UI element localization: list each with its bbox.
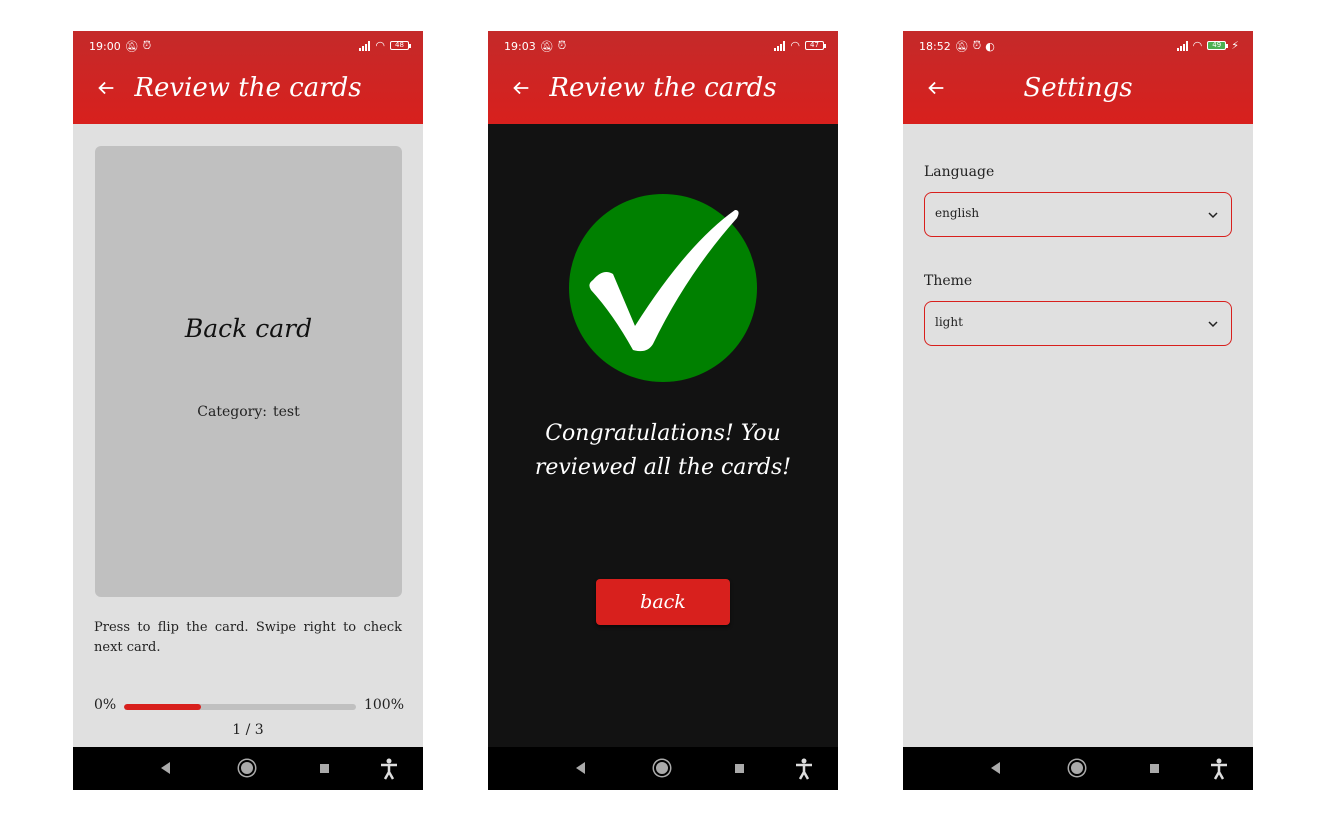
nav-recents-icon[interactable] <box>1150 764 1159 773</box>
data-saver-icon: ◐ <box>985 39 995 53</box>
nav-recents-icon[interactable] <box>735 764 744 773</box>
signal-icon <box>774 40 786 51</box>
back-button[interactable]: back <box>596 579 730 625</box>
review-content: Back card Category: test Press to flip th… <box>73 124 423 747</box>
app-header: 18:52 🔕︎ ⏰︎ ◐ ◠ 49 ⚡︎ Settings <box>903 31 1253 124</box>
completion-screen: 19:03 🔕︎ ⏰︎ ◠ 47 Review the cards Congra… <box>488 31 838 790</box>
review-screen: 19:00 🔕︎ ⏰︎ ◠ 48 Review the cards Back c… <box>73 31 423 790</box>
charging-icon: ⚡︎ <box>1231 39 1239 52</box>
nav-back-icon[interactable] <box>991 762 1000 774</box>
wifi-icon: ◠ <box>375 39 385 52</box>
page-title: Settings <box>1023 73 1133 103</box>
mute-icon: 🔕︎ <box>539 39 554 53</box>
status-time: 19:00 <box>89 39 121 53</box>
card-counter: 1 / 3 <box>232 722 264 738</box>
category-label: Category: <box>197 404 267 420</box>
mute-icon: 🔕︎ <box>954 39 969 53</box>
alarm-icon: ⏰︎ <box>972 39 982 52</box>
alarm-icon: ⏰︎ <box>142 39 152 52</box>
settings-content: Language english Theme light <box>903 124 1253 747</box>
card-title: Back card <box>184 314 313 343</box>
category-value: test <box>272 404 300 420</box>
language-value: english <box>935 206 980 220</box>
card-category: Category: test <box>95 404 402 420</box>
status-time: 18:52 <box>919 39 951 53</box>
nav-home-icon[interactable] <box>654 760 670 776</box>
language-select[interactable]: english <box>924 192 1232 237</box>
progress-bar <box>124 704 356 710</box>
accessibility-icon[interactable] <box>1210 758 1228 780</box>
mute-icon: 🔕︎ <box>124 39 139 53</box>
progress-max-label: 100% <box>363 697 404 713</box>
system-nav-bar <box>903 747 1253 790</box>
instruction-text: Press to flip the card. Swipe right to c… <box>94 620 402 655</box>
wifi-icon: ◠ <box>1192 39 1203 52</box>
status-bar: 19:03 🔕︎ ⏰︎ ◠ 47 <box>488 31 838 59</box>
app-header: 19:00 🔕︎ ⏰︎ ◠ 48 Review the cards <box>73 31 423 124</box>
progress-row: 0% 100% <box>94 696 404 716</box>
theme-select[interactable]: light <box>924 301 1232 346</box>
page-title: Review the cards <box>134 73 362 103</box>
language-label: Language <box>924 164 995 180</box>
theme-value: light <box>935 315 963 329</box>
status-bar: 19:00 🔕︎ ⏰︎ ◠ 48 <box>73 31 423 59</box>
nav-recents-icon[interactable] <box>320 764 329 773</box>
nav-back-icon[interactable] <box>576 762 585 774</box>
nav-home-icon[interactable] <box>1069 760 1085 776</box>
system-nav-bar <box>488 747 838 790</box>
system-nav-bar <box>73 747 423 790</box>
progress-fill <box>124 704 202 710</box>
battery-icon: 48 <box>390 41 411 50</box>
signal-icon <box>359 40 371 51</box>
chevron-down-icon <box>1208 212 1218 219</box>
alarm-icon: ⏰︎ <box>557 39 567 52</box>
settings-screen: 18:52 🔕︎ ⏰︎ ◐ ◠ 49 ⚡︎ Settings Language … <box>903 31 1253 790</box>
nav-home-icon[interactable] <box>239 760 255 776</box>
battery-icon: 47 <box>805 41 826 50</box>
check-circle-icon <box>569 194 757 382</box>
status-bar: 18:52 🔕︎ ⏰︎ ◐ ◠ 49 ⚡︎ <box>903 31 1253 59</box>
accessibility-icon[interactable] <box>380 758 398 780</box>
flash-card[interactable]: Back card Category: test <box>95 146 402 597</box>
accessibility-icon[interactable] <box>795 758 813 780</box>
app-header: 19:03 🔕︎ ⏰︎ ◠ 47 Review the cards <box>488 31 838 124</box>
nav-back-icon[interactable] <box>161 762 170 774</box>
signal-icon <box>1176 40 1188 51</box>
progress-min-label: 0% <box>94 697 117 713</box>
completion-content: Congratulations! You reviewed all the ca… <box>488 124 838 747</box>
congrats-message: Congratulations! You reviewed all the ca… <box>534 421 792 480</box>
wifi-icon: ◠ <box>790 39 800 52</box>
theme-label: Theme <box>924 273 973 289</box>
status-time: 19:03 <box>504 39 536 53</box>
battery-icon: 49 <box>1207 41 1229 50</box>
chevron-down-icon <box>1208 321 1218 328</box>
page-title: Review the cards <box>549 73 777 103</box>
